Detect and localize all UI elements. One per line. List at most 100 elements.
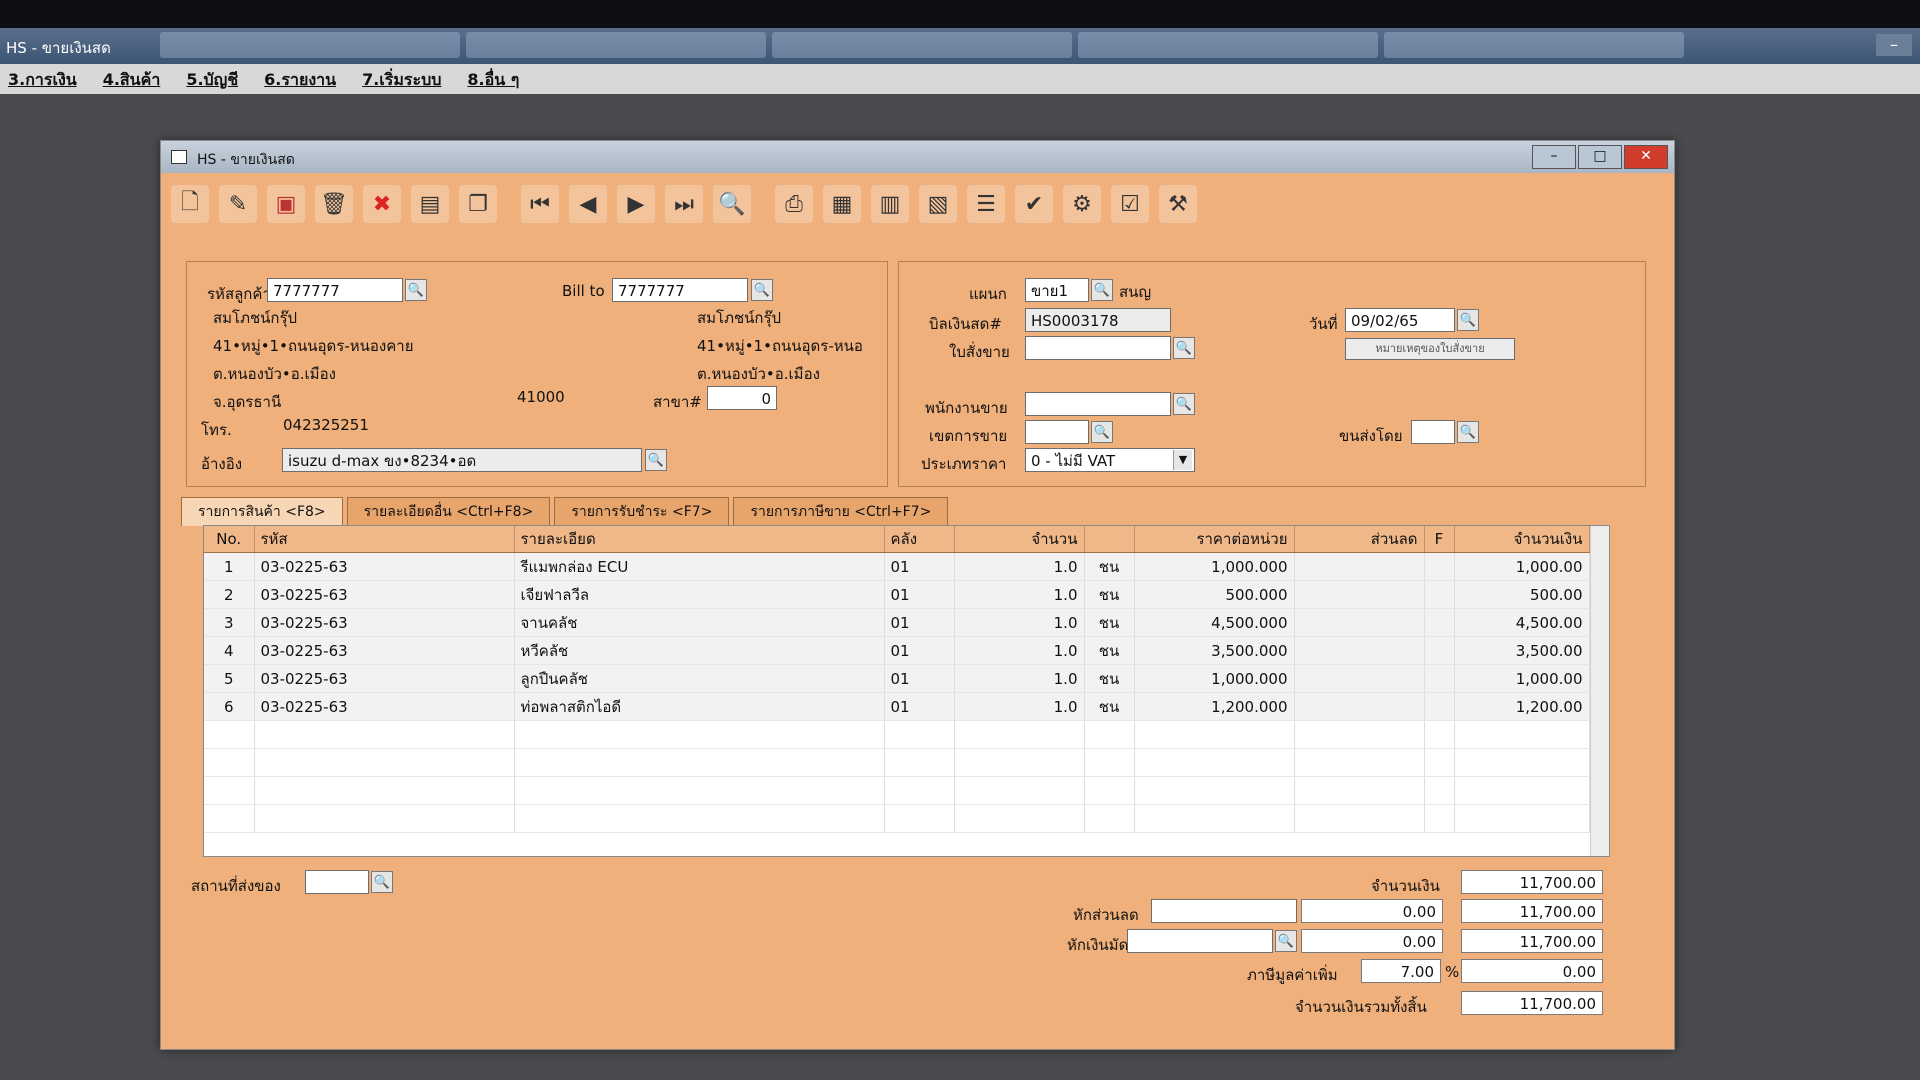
form-icon[interactable]: ▥ (871, 185, 909, 223)
table-cell[interactable]: 1.0 (954, 608, 1085, 637)
void-icon[interactable]: ▣ (267, 185, 305, 223)
table-cell[interactable]: 4 (204, 636, 255, 665)
empty-table-row[interactable] (204, 720, 1590, 749)
table-cell[interactable]: 01 (884, 692, 955, 721)
table-cell[interactable]: 1,000.00 (1454, 664, 1590, 693)
table-cell[interactable]: 3,500.000 (1134, 636, 1295, 665)
table-cell[interactable] (1424, 776, 1455, 805)
table-cell[interactable] (1424, 720, 1455, 749)
table-cell[interactable] (884, 776, 955, 805)
table-cell[interactable] (954, 776, 1085, 805)
table-cell[interactable] (884, 748, 955, 777)
items-grid[interactable]: No. รหัส รายละเอียด คลัง จำนวน ราคาต่อหน… (203, 525, 1610, 857)
table-cell[interactable]: ชน (1084, 664, 1135, 693)
table-cell[interactable]: 1 (204, 552, 255, 581)
table-cell[interactable]: 01 (884, 608, 955, 637)
table-cell[interactable]: 1,000.000 (1134, 552, 1295, 581)
column-header[interactable]: จำนวนเงิน (1454, 526, 1590, 553)
column-header[interactable]: ส่วนลด (1294, 526, 1425, 553)
table-cell[interactable]: ชน (1084, 552, 1135, 581)
save-icon[interactable]: ▤ (411, 185, 449, 223)
table-cell[interactable]: ท่อพลาสติกไอดี (514, 692, 885, 721)
search-icon[interactable]: 🔍 (1091, 279, 1113, 301)
shipper-input[interactable] (1411, 420, 1455, 444)
search-icon[interactable]: 🔍 (1091, 421, 1113, 443)
search-icon[interactable]: 🔍 (645, 449, 667, 471)
table-cell[interactable]: 3 (204, 608, 255, 637)
price-type-select[interactable]: 0 - ไม่มี VAT ▼ (1025, 448, 1195, 472)
table-cell[interactable]: จานคลัช (514, 608, 885, 637)
calendar-search-icon[interactable]: 🔍 (1457, 309, 1479, 331)
table-cell[interactable]: 1.0 (954, 552, 1085, 581)
table-cell[interactable] (1294, 664, 1425, 693)
column-header[interactable]: No. (204, 526, 255, 553)
search-document-icon[interactable]: 🔍 (713, 185, 751, 223)
table-cell[interactable] (954, 720, 1085, 749)
table-cell[interactable] (1294, 580, 1425, 609)
taskbar-tab[interactable] (1078, 32, 1378, 58)
table-cell[interactable] (1424, 580, 1455, 609)
table-cell[interactable] (1454, 748, 1590, 777)
column-header[interactable]: รหัส (254, 526, 515, 553)
table-cell[interactable] (1294, 608, 1425, 637)
department-input[interactable]: ขาย1 (1025, 278, 1089, 302)
menu-reports[interactable]: 6.รายงาน (264, 64, 354, 94)
link-icon[interactable]: ⚙ (1063, 185, 1101, 223)
column-header[interactable]: คลัง (884, 526, 955, 553)
empty-table-row[interactable] (204, 776, 1590, 805)
tab-payments[interactable]: รายการรับชำระ <F7> (554, 497, 730, 526)
table-cell[interactable] (1454, 776, 1590, 805)
grid-scrollbar[interactable] (1590, 526, 1609, 856)
table-cell[interactable] (1294, 776, 1425, 805)
export-icon[interactable]: ▧ (919, 185, 957, 223)
table-cell[interactable] (1424, 804, 1455, 833)
table-cell[interactable]: 5 (204, 664, 255, 693)
copy-icon[interactable]: ❐ (459, 185, 497, 223)
table-cell[interactable] (1294, 804, 1425, 833)
table-cell[interactable]: 6 (204, 692, 255, 721)
approve-icon[interactable]: ✔ (1015, 185, 1053, 223)
taskbar-tab[interactable] (466, 32, 766, 58)
table-cell[interactable]: 500.000 (1134, 580, 1295, 609)
table-cell[interactable] (1424, 636, 1455, 665)
list-icon[interactable]: ☰ (967, 185, 1005, 223)
search-icon[interactable]: 🔍 (1457, 421, 1479, 443)
table-cell[interactable]: 2 (204, 580, 255, 609)
table-cell[interactable]: ชน (1084, 636, 1135, 665)
menu-finance[interactable]: 3.การเงิน (8, 64, 95, 94)
last-record-icon[interactable]: ⏭ (665, 185, 703, 223)
table-cell[interactable] (514, 804, 885, 833)
menu-accounts[interactable]: 5.บัญชี (186, 64, 256, 94)
ok-icon[interactable]: ☑ (1111, 185, 1149, 223)
tab-other-details[interactable]: รายละเอียดอื่น <Ctrl+F8> (346, 497, 551, 526)
empty-table-row[interactable] (204, 804, 1590, 833)
report-icon[interactable]: ▦ (823, 185, 861, 223)
branch-input[interactable]: 0 (707, 386, 777, 410)
sales-area-input[interactable] (1025, 420, 1089, 444)
tab-items[interactable]: รายการสินค้า <F8> (181, 497, 343, 526)
deposit-text-input[interactable] (1127, 929, 1273, 953)
table-cell[interactable]: ชน (1084, 580, 1135, 609)
table-cell[interactable] (1424, 664, 1455, 693)
table-cell[interactable] (1084, 804, 1135, 833)
search-icon[interactable]: 🔍 (1173, 393, 1195, 415)
deposit-value[interactable]: 0.00 (1301, 929, 1443, 953)
table-cell[interactable] (884, 804, 955, 833)
search-icon[interactable]: 🔍 (1173, 337, 1195, 359)
reference-input[interactable]: isuzu d-max ขง•8234•อด (282, 448, 642, 472)
table-cell[interactable]: 01 (884, 552, 955, 581)
table-cell[interactable]: 4,500.00 (1454, 608, 1590, 637)
table-cell[interactable] (1084, 720, 1135, 749)
table-cell[interactable] (204, 804, 255, 833)
table-cell[interactable]: รีแมพกล่อง ECU (514, 552, 885, 581)
app-minimize-button[interactable]: – (1876, 34, 1912, 56)
table-cell[interactable] (1294, 552, 1425, 581)
table-cell[interactable]: 1.0 (954, 636, 1085, 665)
table-cell[interactable]: 4,500.000 (1134, 608, 1295, 637)
column-header[interactable]: รายละเอียด (514, 526, 885, 553)
table-cell[interactable]: 1.0 (954, 692, 1085, 721)
sales-order-input[interactable] (1025, 336, 1171, 360)
table-cell[interactable]: 1,000.00 (1454, 552, 1590, 581)
table-cell[interactable] (1294, 748, 1425, 777)
table-cell[interactable]: ลูกปืนคลัช (514, 664, 885, 693)
